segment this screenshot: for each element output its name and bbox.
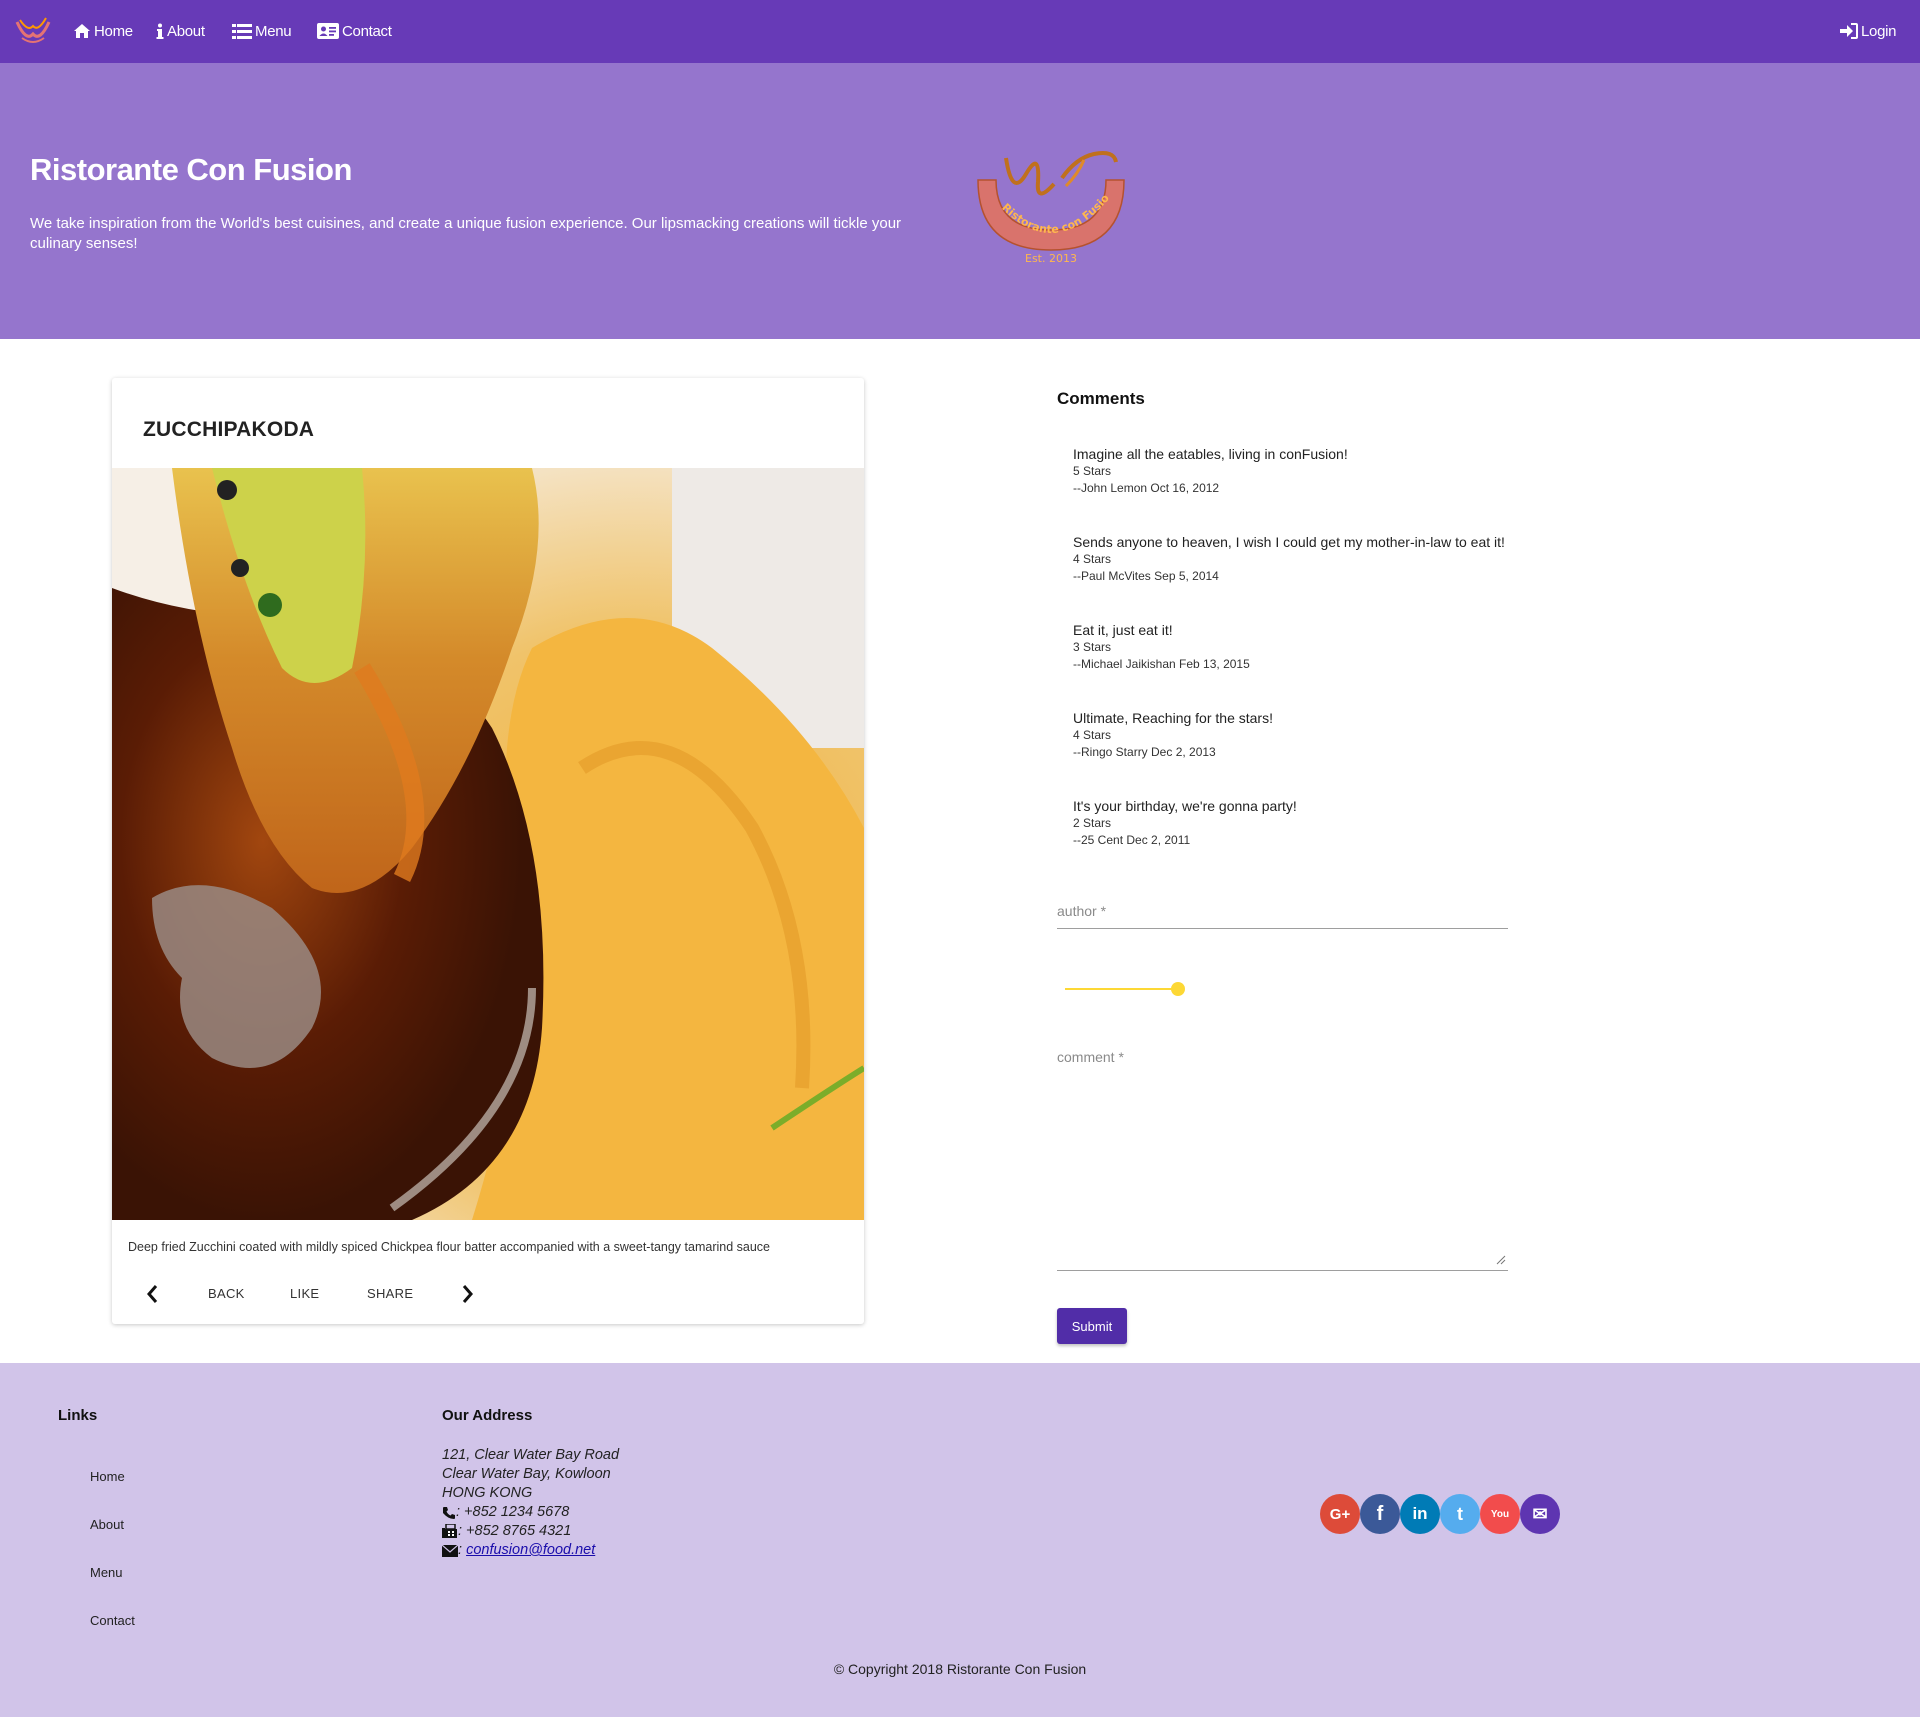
nav-contact[interactable]: Contact — [317, 20, 392, 42]
comment-author: --John Lemon Oct 16, 2012 — [1073, 481, 1220, 495]
google-plus-icon[interactable]: G+ — [1320, 1494, 1360, 1534]
footer-address-title: Our Address — [442, 1407, 533, 1424]
comment-field[interactable]: comment * — [1057, 1045, 1508, 1271]
logo-est: Est. 2013 — [1025, 252, 1077, 263]
comment-rating: 4 Stars — [1073, 552, 1112, 566]
like-button[interactable]: LIKE — [290, 1286, 319, 1301]
footer-links-title: Links — [58, 1407, 98, 1424]
youtube-icon[interactable]: You — [1480, 1494, 1520, 1534]
chevron-left-icon[interactable] — [146, 1284, 158, 1304]
address-line: Clear Water Bay, Kowloon — [442, 1466, 611, 1482]
facebook-glyph: f — [1376, 1502, 1384, 1525]
slider-track — [1065, 988, 1178, 990]
twitter-icon[interactable]: t — [1440, 1494, 1480, 1534]
mail-icon[interactable]: ✉ — [1520, 1494, 1560, 1534]
comment-text: Sends anyone to heaven, I wish I could g… — [1073, 534, 1505, 550]
envelope-icon — [442, 1544, 458, 1557]
navbar: Home About Menu Contact Login — [0, 0, 1920, 63]
nav-home[interactable]: Home — [73, 20, 133, 42]
dish-description: Deep fried Zucchini coated with mildly s… — [128, 1240, 770, 1254]
twitter-glyph: t — [1457, 1503, 1463, 1524]
comment-rating: 3 Stars — [1073, 640, 1112, 654]
nav-menu[interactable]: Menu — [232, 20, 292, 42]
restaurant-description: We take inspiration from the World's bes… — [30, 215, 902, 252]
restaurant-title: Ristorante Con Fusion — [30, 152, 352, 187]
address-card-icon — [317, 23, 339, 39]
jumbotron — [0, 63, 1920, 339]
comments-title: Comments — [1057, 389, 1145, 408]
list-icon — [232, 23, 252, 39]
comment-item: Imagine all the eatables, living in conF… — [1073, 445, 1533, 497]
mail-glyph: ✉ — [1532, 1503, 1548, 1524]
address-line: HONG KONG — [442, 1485, 533, 1501]
comment-text: It's your birthday, we're gonna party! — [1073, 798, 1297, 814]
email-line: : confusion@food.net — [442, 1541, 619, 1560]
comment-rating: 4 Stars — [1073, 728, 1112, 742]
fax-icon — [442, 1524, 457, 1538]
info-icon — [156, 23, 164, 39]
comment-text: Ultimate, Reaching for the stars! — [1073, 710, 1273, 726]
email-link[interactable]: confusion@food.net — [466, 1541, 595, 1560]
copyright: © Copyright 2018 Ristorante Con Fusion — [833, 1661, 1087, 1677]
comment-item: Sends anyone to heaven, I wish I could g… — [1073, 533, 1533, 585]
google-plus-glyph: G+ — [1329, 1505, 1351, 1523]
dish-card: ZUCCHIPAKODA Deep fried Zucchini coated … — [112, 378, 864, 1324]
card-actions: BACK LIKE SHARE — [112, 1278, 864, 1318]
nav-home-label: Home — [94, 22, 133, 40]
footer-address: 121, Clear Water Bay Road Clear Water Ba… — [442, 1446, 619, 1560]
comment-placeholder: comment * — [1057, 1049, 1124, 1065]
share-button[interactable]: SHARE — [367, 1286, 413, 1301]
fax-line: : +852 8765 4321 — [442, 1522, 619, 1541]
author-placeholder: author * — [1057, 903, 1107, 919]
brand-logo[interactable] — [14, 12, 52, 48]
slider-thumb[interactable] — [1171, 982, 1185, 996]
address-line: 121, Clear Water Bay Road — [442, 1447, 620, 1463]
facebook-icon[interactable]: f — [1360, 1494, 1400, 1534]
chevron-right-icon[interactable] — [462, 1284, 474, 1304]
comment-text: Imagine all the eatables, living in conF… — [1073, 446, 1348, 462]
phone-number: : +852 1234 5678 — [456, 1504, 570, 1520]
footer-link-menu[interactable]: Menu — [90, 1565, 123, 1580]
comment-author: --25 Cent Dec 2, 2011 — [1073, 833, 1191, 847]
youtube-glyph: You — [1490, 1508, 1510, 1520]
comment-author: --Michael Jaikishan Feb 13, 2015 — [1073, 657, 1250, 671]
author-field[interactable]: author * — [1057, 900, 1508, 929]
submit-button[interactable]: Submit — [1057, 1308, 1127, 1344]
comment-author: --Ringo Starry Dec 2, 2013 — [1073, 745, 1216, 759]
phone-icon — [443, 1506, 455, 1519]
nav-about[interactable]: About — [156, 20, 205, 42]
footer-link-about[interactable]: About — [90, 1517, 124, 1532]
nav-menu-label: Menu — [255, 22, 292, 40]
footer-link-home[interactable]: Home — [90, 1469, 125, 1484]
comment-text: Eat it, just eat it! — [1073, 622, 1173, 638]
login-label: Login — [1861, 22, 1897, 40]
dish-name: ZUCCHIPAKODA — [143, 418, 315, 441]
login-button[interactable]: Login — [1840, 20, 1897, 42]
comment-item: Eat it, just eat it! 3 Stars --Michael J… — [1073, 621, 1533, 673]
comment-rating: 5 Stars — [1073, 464, 1112, 478]
nav-contact-label: Contact — [342, 22, 392, 40]
restaurant-logo: Ristorante con Fusion Est. 2013 — [966, 138, 1125, 263]
email-prefix: : — [458, 1542, 463, 1558]
phone-line: : +852 1234 5678 — [442, 1503, 619, 1522]
comment-item: Ultimate, Reaching for the stars! 4 Star… — [1073, 709, 1533, 761]
nav-about-label: About — [167, 22, 205, 40]
footer-link-contact[interactable]: Contact — [90, 1613, 135, 1628]
linkedin-icon[interactable]: in — [1400, 1494, 1440, 1534]
home-icon — [74, 24, 90, 38]
dish-image — [112, 468, 864, 1220]
linkedin-glyph: in — [1412, 1504, 1428, 1523]
back-button[interactable]: BACK — [208, 1286, 245, 1301]
rating-slider[interactable] — [1065, 981, 1185, 997]
resize-grip-icon[interactable] — [1496, 1255, 1506, 1265]
comment-rating: 2 Stars — [1073, 816, 1112, 830]
comment-item: It's your birthday, we're gonna party! 2… — [1073, 797, 1533, 849]
comment-author: --Paul McVites Sep 5, 2014 — [1073, 569, 1219, 583]
sign-in-icon — [1840, 23, 1858, 39]
fax-number: : +852 8765 4321 — [458, 1523, 572, 1539]
